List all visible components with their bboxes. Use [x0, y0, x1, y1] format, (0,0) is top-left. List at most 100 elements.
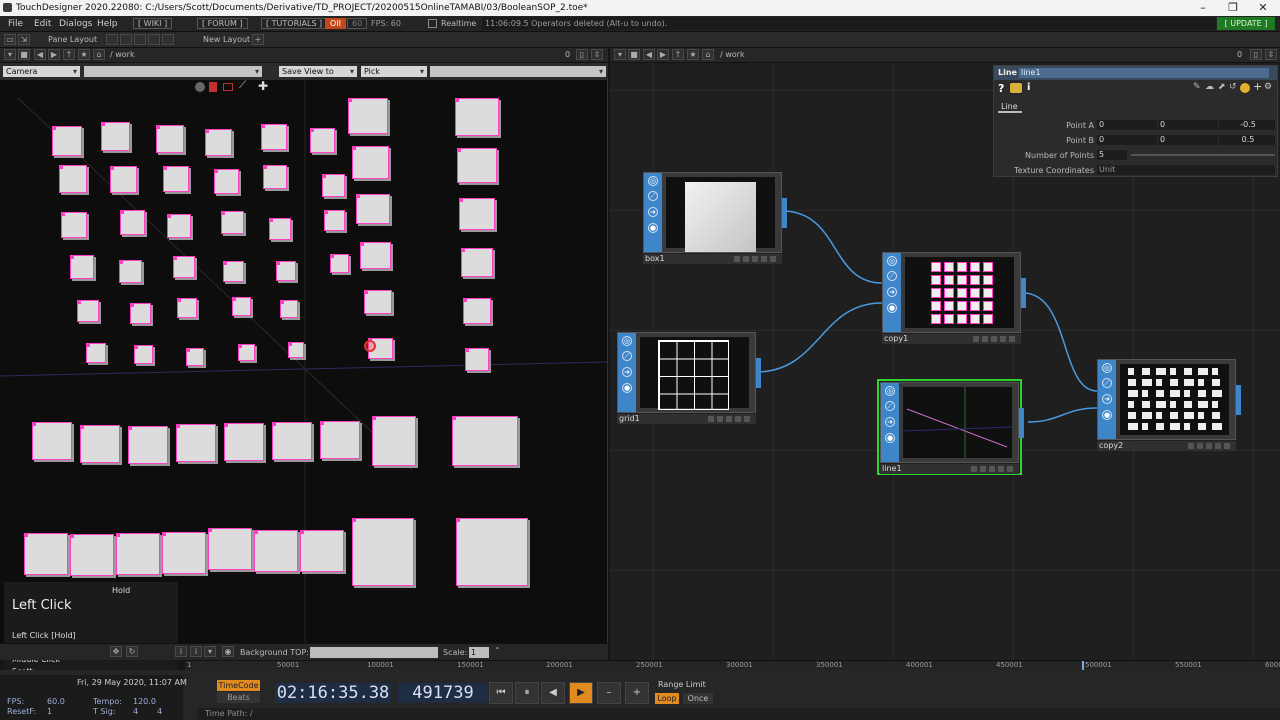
info-icon[interactable]: i — [175, 646, 187, 657]
background-top-field[interactable] — [310, 647, 438, 658]
layout-3-icon[interactable] — [134, 34, 146, 45]
pane-split-h-icon[interactable]: ▯ — [576, 49, 588, 60]
bypass-flag-icon[interactable]: ● — [887, 303, 897, 313]
layout-5-icon[interactable] — [162, 34, 174, 45]
tutorials-button[interactable]: [ TUTORIALS ] — [261, 18, 328, 29]
display-flag-icon[interactable]: ⟋ — [887, 271, 897, 281]
point-b-x-field[interactable]: 0 — [1097, 135, 1157, 145]
render-flag-icon[interactable]: ➜ — [648, 207, 658, 217]
render-flag-icon[interactable]: ➜ — [622, 367, 632, 377]
back-icon[interactable]: ◀ — [34, 49, 46, 60]
update-button[interactable]: [ UPDATE ] — [1217, 17, 1275, 30]
viewer-flag-icon[interactable]: ◎ — [648, 176, 658, 186]
net-forward-icon[interactable]: ▶ — [657, 49, 669, 60]
pane-menu-icon[interactable]: ▾ — [4, 49, 16, 60]
op-name-field[interactable]: line1 — [1019, 68, 1269, 78]
oii-toggle[interactable]: OII — [325, 18, 347, 29]
param-reset-icon[interactable]: ↺ — [1229, 82, 1237, 92]
pane-layout-label[interactable]: Pane Layout — [48, 35, 97, 44]
bypass-flag-icon[interactable]: ● — [622, 383, 632, 393]
viewer-flag-icon[interactable]: ◎ — [885, 386, 895, 396]
render-flag-icon[interactable]: ➜ — [887, 287, 897, 297]
layout-2-icon[interactable] — [120, 34, 132, 45]
node-copy2[interactable]: ◎ ⟋ ➜ ● copy2 — [1097, 359, 1241, 451]
viewer-add-icon[interactable]: ✚ — [258, 79, 268, 93]
net-split-icon[interactable]: ▯ — [1250, 49, 1262, 60]
net-stop-icon[interactable]: ■ — [628, 49, 640, 60]
step-minus-button[interactable]: – — [597, 682, 621, 704]
render-flag-icon[interactable]: ➜ — [885, 417, 895, 427]
node-output-connector[interactable] — [1019, 408, 1024, 438]
fps-cap-field[interactable]: 60 — [347, 18, 368, 29]
param-settings-icon[interactable]: ⚙ — [1264, 82, 1272, 92]
camera-name-field[interactable] — [84, 66, 262, 77]
node-box1[interactable]: ◎ ⟋ ➜ ● box1 — [643, 172, 787, 264]
param-info-icon[interactable]: i — [1027, 82, 1030, 93]
num-points-field[interactable]: 5 — [1097, 150, 1127, 160]
point-a-x-field[interactable]: 0 — [1097, 120, 1157, 130]
right-pane-path[interactable]: / work — [720, 50, 745, 59]
net-up-icon[interactable]: ↑ — [672, 49, 684, 60]
once-button[interactable]: Once — [683, 693, 713, 704]
net-pane-menu-icon[interactable]: ▾ — [614, 49, 626, 60]
bypass-flag-icon[interactable]: ● — [648, 223, 658, 233]
layout-1-icon[interactable] — [106, 34, 118, 45]
point-a-y-field[interactable]: 0 — [1158, 120, 1218, 130]
num-points-slider[interactable] — [1131, 154, 1275, 156]
menu-dialogs[interactable]: Dialogs — [59, 19, 92, 29]
menu-help[interactable]: Help — [97, 19, 118, 29]
viewer-rotate-icon[interactable]: ↻ — [126, 646, 138, 657]
rewind-button[interactable]: ⏮ — [489, 682, 513, 704]
viewer-select-icon[interactable] — [209, 82, 217, 92]
point-a-z-field[interactable]: -0.5 — [1219, 120, 1275, 130]
param-expand-icon[interactable]: ⬈ — [1218, 82, 1226, 92]
forum-button[interactable]: [ FORUM ] — [197, 18, 248, 29]
net-home-icon[interactable]: ⌂ — [702, 49, 714, 60]
viewer-flag-icon[interactable]: ◎ — [887, 256, 897, 266]
node-grid1[interactable]: ◎ ⟋ ➜ ● grid1 — [617, 332, 761, 424]
render-flag-icon[interactable]: ➜ — [1102, 394, 1112, 404]
stop-icon[interactable]: ■ — [18, 49, 30, 60]
point-b-z-field[interactable]: 0.5 — [1219, 135, 1275, 145]
menu-edit[interactable]: Edit — [34, 19, 51, 29]
bookmark-icon[interactable]: ★ — [78, 49, 90, 60]
viewer-dropdown-icon[interactable]: ▾ — [204, 646, 216, 657]
viewer-home-icon[interactable] — [195, 82, 205, 92]
left-pane-path[interactable]: / work — [110, 50, 135, 59]
play-button[interactable]: ▶ — [569, 682, 593, 704]
node-output-connector[interactable] — [1021, 278, 1026, 308]
param-edit-icon[interactable]: ✎ — [1193, 82, 1201, 92]
param-add-icon[interactable]: + — [1253, 80, 1262, 93]
pane-split-icon[interactable]: ▭ — [4, 34, 16, 45]
viewer-move-icon[interactable]: ✥ — [110, 646, 122, 657]
bypass-flag-icon[interactable]: ● — [1102, 410, 1112, 420]
bypass-flag-icon[interactable]: ● — [885, 433, 895, 443]
display-flag-icon[interactable]: ⟋ — [885, 401, 895, 411]
forward-icon[interactable]: ▶ — [48, 49, 60, 60]
viewer-flag-icon[interactable]: ◎ — [1102, 363, 1112, 373]
node-output-connector[interactable] — [756, 358, 761, 388]
pane-pin-icon[interactable]: ⇳ — [591, 49, 603, 60]
viewer-flag-icon[interactable]: ◎ — [622, 336, 632, 346]
display-flag-icon[interactable]: ⟋ — [1102, 378, 1112, 388]
layout-4-icon[interactable] — [148, 34, 160, 45]
net-pin-icon[interactable]: ⇳ — [1265, 49, 1277, 60]
up-icon[interactable]: ↑ — [63, 49, 75, 60]
net-bookmark-icon[interactable]: ★ — [687, 49, 699, 60]
close-icon[interactable]: ✕ — [1250, 1, 1276, 14]
camera-icon[interactable]: ◉ — [222, 646, 234, 657]
beats-button[interactable]: Beats — [217, 692, 260, 703]
timeline-ruler[interactable]: 1 50001 100001 150001 200001 250001 300001 3500… — [185, 660, 1280, 671]
param-comment-icon[interactable]: ☁ — [1205, 82, 1214, 92]
viewer-box-icon[interactable] — [223, 83, 233, 91]
realtime-checkbox[interactable] — [428, 19, 437, 28]
wiki-button[interactable]: [ WIKI ] — [133, 18, 173, 29]
texture-coords-dropdown[interactable]: Unit — [1097, 165, 1275, 175]
step-plus-button[interactable]: + — [625, 682, 649, 704]
node-copy1[interactable]: ◎ ⟋ ➜ ● copy1 — [882, 252, 1026, 344]
pick-dropdown[interactable]: Pick — [361, 66, 427, 77]
step-back-button[interactable]: ◀ — [541, 682, 565, 704]
maximize-icon[interactable]: ❐ — [1220, 1, 1246, 14]
minimize-icon[interactable]: – — [1190, 1, 1216, 14]
new-layout-label[interactable]: New Layout — [203, 35, 250, 44]
